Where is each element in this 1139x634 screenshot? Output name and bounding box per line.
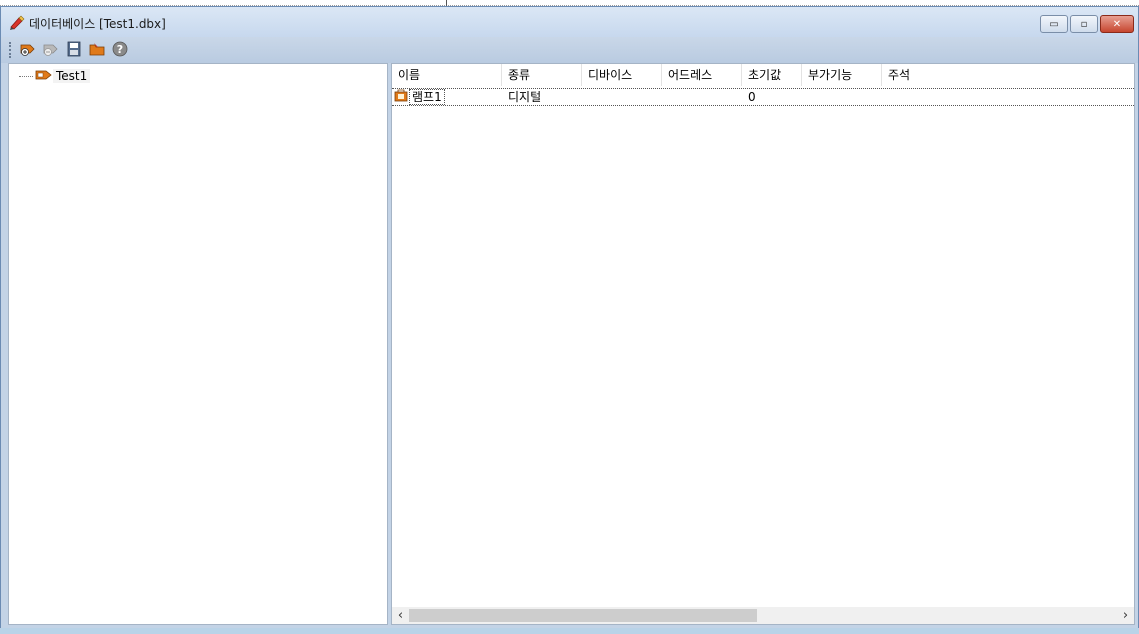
title-bar[interactable]: 데이터베이스 [Test1.dbx] ▭ ▫ ✕	[1, 7, 1138, 37]
cell-device	[582, 89, 662, 105]
column-header-name[interactable]: 이름	[392, 64, 502, 86]
cell-extra	[802, 89, 882, 105]
cell-comment	[882, 89, 1002, 105]
column-header-address[interactable]: 어드레스	[662, 64, 742, 86]
cell-name: 램프1	[392, 89, 502, 105]
tree-node-label: Test1	[53, 69, 91, 83]
scroll-track[interactable]	[409, 608, 1117, 623]
column-header-device[interactable]: 디바이스	[582, 64, 662, 86]
add-item-icon	[19, 41, 37, 60]
close-button[interactable]: ✕	[1100, 15, 1134, 33]
cell-address	[662, 89, 742, 105]
tree-node-root[interactable]: Test1	[19, 68, 91, 84]
database-icon	[35, 69, 53, 84]
svg-text:?: ?	[117, 43, 123, 56]
table-row[interactable]: 램프1 디지털 0	[392, 88, 1134, 106]
save-button[interactable]	[64, 40, 84, 60]
lamp-item-icon	[394, 88, 408, 106]
help-icon: ?	[112, 41, 128, 60]
close-icon: ✕	[1112, 18, 1122, 30]
column-header-comment[interactable]: 주석	[882, 64, 1002, 86]
list-header: 이름 종류 디바이스 어드레스 초기값 부가기능 주석	[392, 64, 1134, 86]
bottom-strip	[0, 628, 1139, 634]
list-pane: 이름 종류 디바이스 어드레스 초기값 부가기능 주석 램프1 디지털 0 ‹ …	[391, 63, 1135, 625]
scroll-thumb[interactable]	[409, 609, 757, 622]
open-folder-button[interactable]	[87, 40, 107, 60]
column-header-initial[interactable]: 초기값	[742, 64, 802, 86]
maximize-icon: ▫	[1080, 18, 1088, 30]
scroll-left-button[interactable]: ‹	[392, 607, 409, 624]
save-icon	[67, 41, 81, 60]
tree-pane: Test1	[8, 63, 388, 625]
tree-connector	[19, 75, 33, 77]
minimize-icon: ▭	[1049, 18, 1059, 30]
minimize-button[interactable]: ▭	[1040, 15, 1068, 33]
delete-item-icon	[42, 41, 60, 60]
column-header-extra[interactable]: 부가기능	[802, 64, 882, 86]
toolbar-grip[interactable]	[9, 42, 12, 58]
database-app-icon	[9, 15, 25, 31]
scroll-right-button[interactable]: ›	[1117, 607, 1134, 624]
chevron-right-icon: ›	[1122, 608, 1129, 623]
column-header-type[interactable]: 종류	[502, 64, 582, 86]
delete-item-button[interactable]	[41, 40, 61, 60]
database-window: 데이터베이스 [Test1.dbx] ▭ ▫ ✕ ? Test1 이름 종류 디…	[0, 6, 1139, 634]
horizontal-scrollbar[interactable]: ‹ ›	[392, 607, 1134, 624]
open-folder-icon	[89, 41, 105, 60]
row-name-text: 램프1	[409, 89, 445, 105]
cell-type: 디지털	[508, 90, 542, 104]
maximize-button[interactable]: ▫	[1070, 15, 1098, 33]
window-title: 데이터베이스 [Test1.dbx]	[29, 17, 166, 31]
add-item-button[interactable]	[18, 40, 38, 60]
help-button[interactable]: ?	[110, 40, 130, 60]
window-controls: ▭ ▫ ✕	[1038, 15, 1134, 33]
toolbar: ?	[1, 37, 1138, 63]
cell-initial: 0	[748, 90, 756, 104]
chevron-left-icon: ‹	[397, 608, 404, 623]
